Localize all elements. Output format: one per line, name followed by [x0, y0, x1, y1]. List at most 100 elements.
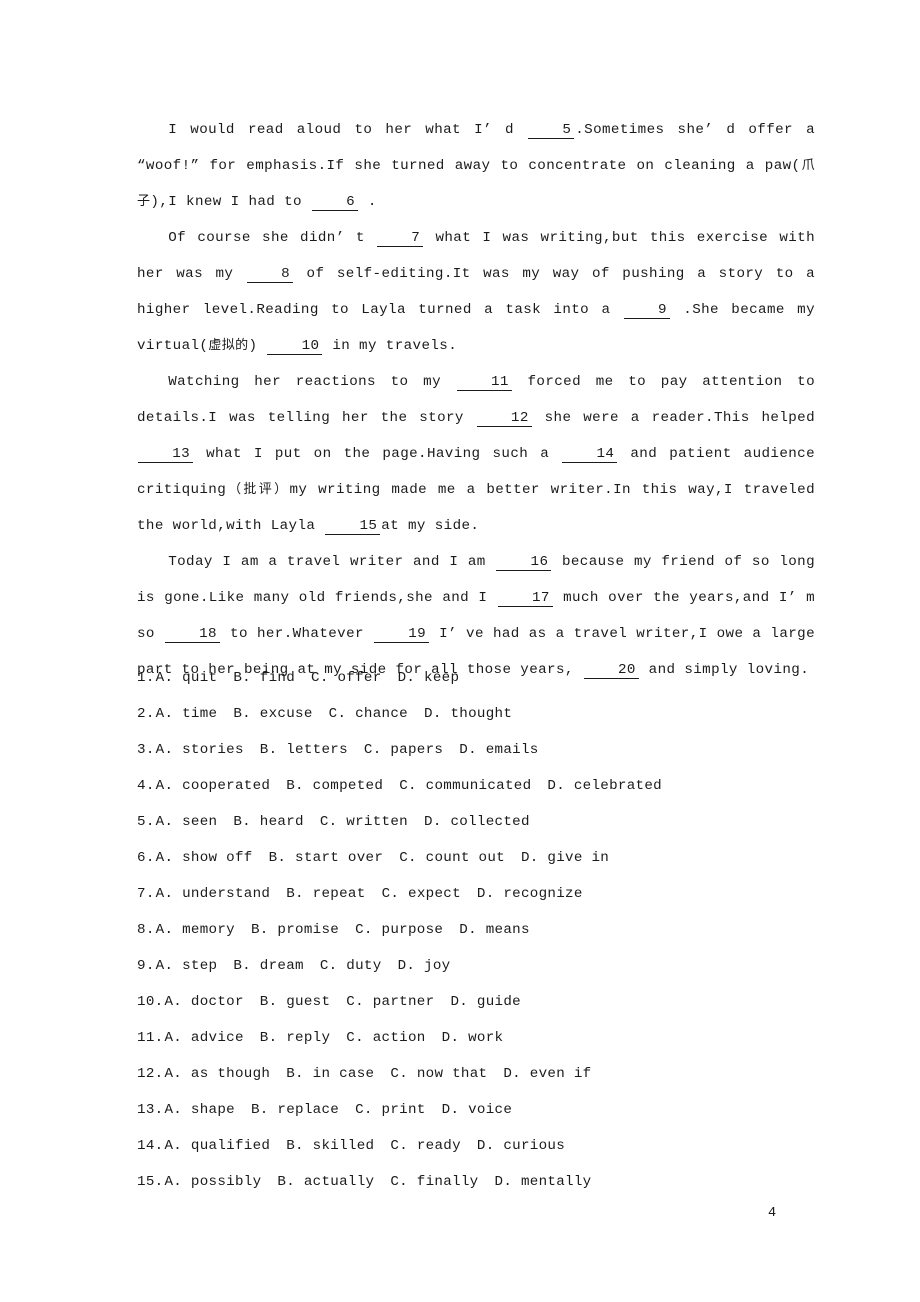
- question-number: 12.: [137, 1066, 164, 1082]
- cloze-blank-10[interactable]: 10: [267, 339, 323, 355]
- option-choice[interactable]: B. heard: [233, 814, 304, 830]
- option-choice[interactable]: D. keep: [398, 670, 460, 686]
- cloze-blank-9[interactable]: 9: [623, 303, 670, 319]
- option-choice[interactable]: C. purpose: [355, 922, 443, 938]
- cloze-blank-7[interactable]: 7: [377, 231, 424, 247]
- passage-text: at my side.: [381, 518, 480, 534]
- option-choice[interactable]: B. reply: [260, 1030, 331, 1046]
- cloze-blank-19[interactable]: 19: [374, 627, 430, 643]
- option-choice[interactable]: D. recognize: [477, 886, 583, 902]
- option-choice[interactable]: B. actually: [277, 1174, 374, 1190]
- option-choice[interactable]: A. as though: [164, 1066, 270, 1082]
- option-choice[interactable]: C. chance: [329, 706, 408, 722]
- option-choice[interactable]: D. joy: [398, 958, 451, 974]
- option-choice[interactable]: C. duty: [320, 958, 382, 974]
- option-choice[interactable]: A. step: [156, 958, 218, 974]
- option-choice[interactable]: C. communicated: [399, 778, 531, 794]
- option-choice[interactable]: B. skilled: [286, 1138, 374, 1154]
- option-choice[interactable]: D. mentally: [495, 1174, 592, 1190]
- option-choice[interactable]: D. thought: [424, 706, 512, 722]
- option-choice[interactable]: B. excuse: [233, 706, 312, 722]
- cloze-blank-11[interactable]: 11: [456, 375, 512, 391]
- option-choice[interactable]: C. count out: [399, 850, 505, 866]
- option-choice[interactable]: D. voice: [442, 1102, 513, 1118]
- passage-text: Watching her reactions to my: [168, 374, 456, 390]
- passage-text: to her.Whatever: [220, 626, 373, 642]
- option-choice[interactable]: B. start over: [269, 850, 384, 866]
- option-row: 12.A. as though B. in case C. now that D. e…: [137, 1056, 837, 1092]
- option-choice[interactable]: B. in case: [286, 1066, 374, 1082]
- option-choice[interactable]: A. understand: [156, 886, 271, 902]
- option-choice[interactable]: A. show off: [156, 850, 253, 866]
- option-choice[interactable]: B. repeat: [286, 886, 365, 902]
- option-choice[interactable]: D. emails: [459, 742, 538, 758]
- option-choice[interactable]: A. quit: [156, 670, 218, 686]
- option-choice[interactable]: D. even if: [503, 1066, 591, 1082]
- option-choice[interactable]: D. collected: [424, 814, 530, 830]
- option-choice[interactable]: B. dream: [233, 958, 304, 974]
- option-row: 7.A. understand B. repeat C. expect D. reco…: [137, 876, 837, 912]
- option-choice[interactable]: C. finally: [390, 1174, 478, 1190]
- option-choice[interactable]: A. qualified: [164, 1138, 270, 1154]
- option-choice[interactable]: B. competed: [286, 778, 383, 794]
- option-choice[interactable]: C. written: [320, 814, 408, 830]
- passage-text: I would read aloud to her what I’ d: [168, 122, 528, 138]
- passage-text: .: [359, 194, 377, 210]
- question-number: 9.: [137, 958, 155, 974]
- document-page: I would read aloud to her what I’ d 5 .So…: [0, 0, 920, 1302]
- cloze-blank-17[interactable]: 17: [497, 591, 553, 607]
- option-row: 5.A. seen B. heard C. written D. collected: [137, 804, 837, 840]
- option-choice[interactable]: A. shape: [164, 1102, 235, 1118]
- option-choice[interactable]: A. memory: [156, 922, 235, 938]
- option-choice[interactable]: D. celebrated: [547, 778, 662, 794]
- option-choice[interactable]: C. expect: [382, 886, 461, 902]
- cloze-blank-16[interactable]: 16: [496, 555, 552, 571]
- passage-paragraph: Watching her reactions to my 11 forced m…: [137, 364, 815, 544]
- option-choice[interactable]: A. seen: [156, 814, 218, 830]
- option-choice[interactable]: A. cooperated: [156, 778, 271, 794]
- passage-paragraph: Of course she didn’ t 7 what I was writi…: [137, 220, 815, 364]
- cloze-blank-8[interactable]: 8: [246, 267, 294, 283]
- option-choice[interactable]: C. offer: [311, 670, 382, 686]
- option-choice[interactable]: D. give in: [521, 850, 609, 866]
- option-row: 9.A. step B. dream C. duty D. joy: [137, 948, 837, 984]
- option-choice[interactable]: B. replace: [251, 1102, 339, 1118]
- answer-options-list: 1.A. quit B. find C. offer D. keep 2.A. time…: [137, 660, 837, 1200]
- cloze-blank-6[interactable]: 6: [311, 195, 359, 211]
- option-row: 1.A. quit B. find C. offer D. keep: [137, 660, 837, 696]
- cloze-blank-13[interactable]: 13: [138, 447, 194, 463]
- option-choice[interactable]: C. now that: [390, 1066, 487, 1082]
- passage-text: she were a reader.This helped: [532, 410, 815, 426]
- cloze-blank-14[interactable]: 14: [562, 447, 618, 463]
- option-choice[interactable]: D. curious: [477, 1138, 565, 1154]
- question-number: 14.: [137, 1138, 164, 1154]
- question-number: 15.: [137, 1174, 164, 1190]
- cloze-blank-18[interactable]: 18: [164, 627, 220, 643]
- question-number: 7.: [137, 886, 155, 902]
- option-choice[interactable]: A. doctor: [164, 994, 243, 1010]
- option-choice[interactable]: A. possibly: [164, 1174, 261, 1190]
- option-choice[interactable]: D. means: [459, 922, 530, 938]
- option-choice[interactable]: C. print: [355, 1102, 426, 1118]
- option-choice[interactable]: B. guest: [260, 994, 331, 1010]
- question-number: 1.: [137, 670, 155, 686]
- option-choice[interactable]: D. guide: [450, 994, 521, 1010]
- option-choice[interactable]: C. ready: [390, 1138, 461, 1154]
- option-choice[interactable]: A. stories: [156, 742, 244, 758]
- cloze-blank-12[interactable]: 12: [476, 411, 532, 427]
- passage-text: what I put on the page.Having such a: [194, 446, 562, 462]
- option-choice[interactable]: C. action: [346, 1030, 425, 1046]
- option-choice[interactable]: B. find: [233, 670, 295, 686]
- option-row: 15.A. possibly B. actually C. finally D. me…: [137, 1164, 837, 1200]
- option-choice[interactable]: A. advice: [164, 1030, 243, 1046]
- question-number: 2.: [137, 706, 155, 722]
- option-choice[interactable]: B. promise: [251, 922, 339, 938]
- option-choice[interactable]: C. partner: [346, 994, 434, 1010]
- chinese-gloss: 爪子: [137, 158, 815, 209]
- cloze-blank-15[interactable]: 15: [325, 519, 381, 535]
- option-choice[interactable]: D. work: [442, 1030, 504, 1046]
- option-choice[interactable]: B. letters: [260, 742, 348, 758]
- option-choice[interactable]: C. papers: [364, 742, 443, 758]
- option-choice[interactable]: A. time: [156, 706, 218, 722]
- cloze-blank-5[interactable]: 5: [528, 123, 575, 139]
